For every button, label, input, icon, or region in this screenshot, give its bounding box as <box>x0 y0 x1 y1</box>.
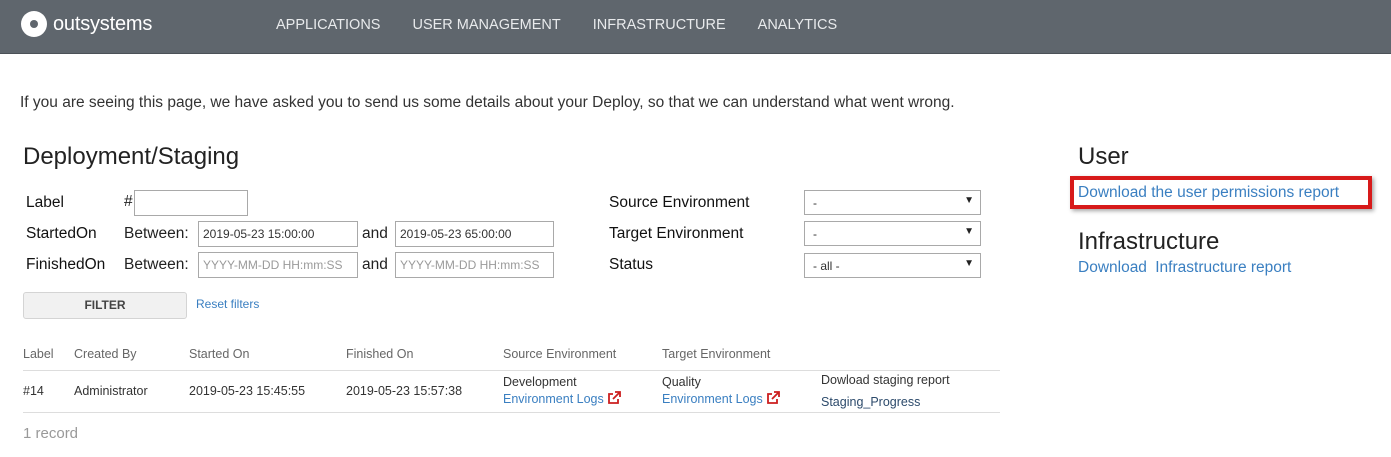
download-staging-report-link[interactable]: Dowload staging report <box>821 373 950 387</box>
started-to-input[interactable] <box>395 221 554 247</box>
nav-user-management[interactable]: USER MANAGEMENT <box>412 17 560 33</box>
started-and-label: and <box>362 225 388 242</box>
outsystems-logo[interactable]: outsystems <box>21 11 152 37</box>
target-environment-logs-link[interactable]: Environment Logs <box>662 392 763 406</box>
target-environment-logs: Environment Logs <box>662 391 780 406</box>
download-user-permissions-link[interactable]: Download the user permissions report <box>1078 184 1339 202</box>
record-count: 1 record <box>23 425 79 442</box>
finished-from-input[interactable] <box>198 252 358 278</box>
hash-symbol: # <box>124 193 133 210</box>
intro-text: If you are seeing this page, we have ask… <box>20 94 955 111</box>
target-environment-label: Target Environment <box>609 225 744 242</box>
top-navigation-bar: outsystems APPLICATIONS USER MANAGEMENT … <box>0 0 1391 54</box>
status-label: Status <box>609 256 653 273</box>
external-link-icon[interactable] <box>607 391 621 405</box>
deployment-staging-title: Deployment/Staging <box>23 143 240 170</box>
external-link-icon[interactable] <box>766 391 780 405</box>
row-label: #14 <box>23 384 44 398</box>
col-header-target-environment: Target Environment <box>662 347 771 361</box>
filter-button[interactable]: FILTER <box>23 292 187 319</box>
source-environment-select[interactable]: - ▼ <box>804 190 981 215</box>
table-bottom-divider <box>23 412 1000 413</box>
label-field-label: Label <box>26 194 64 211</box>
finished-between-label: Between: <box>124 256 189 273</box>
source-environment-logs: Environment Logs <box>503 391 621 406</box>
caret-down-icon: ▼ <box>964 195 974 206</box>
reset-filters-link[interactable]: Reset filters <box>196 297 259 311</box>
col-header-created-by: Created By <box>74 347 137 361</box>
label-input[interactable] <box>134 190 248 216</box>
source-environment-value: - <box>813 196 817 210</box>
status-select[interactable]: - all - ▼ <box>804 253 981 278</box>
outsystems-logo-icon <box>21 11 47 37</box>
row-started-on: 2019-05-23 15:45:55 <box>189 384 306 398</box>
infrastructure-report-link[interactable]: Infrastructure report <box>1155 259 1291 276</box>
col-header-started-on: Started On <box>189 347 250 361</box>
caret-down-icon: ▼ <box>964 258 974 269</box>
started-between-label: Between: <box>124 225 189 242</box>
row-target-environment: Quality <box>662 375 701 389</box>
infrastructure-section-title: Infrastructure <box>1078 228 1220 255</box>
finished-to-input[interactable] <box>395 252 554 278</box>
status-value: - all - <box>813 259 840 273</box>
infrastructure-download-row: Download Infrastructure report <box>1078 259 1291 277</box>
source-environment-label: Source Environment <box>609 194 750 211</box>
finished-and-label: and <box>362 256 388 273</box>
col-header-source-environment: Source Environment <box>503 347 617 361</box>
brand-name: outsystems <box>53 12 153 35</box>
row-created-by: Administrator <box>74 384 148 398</box>
user-section-title: User <box>1078 143 1129 170</box>
nav-applications[interactable]: APPLICATIONS <box>276 17 380 33</box>
table-header-divider <box>23 370 1000 371</box>
infrastructure-download-link[interactable]: Download <box>1078 259 1147 276</box>
nav-analytics[interactable]: ANALYTICS <box>758 17 838 33</box>
started-on-label: StartedOn <box>26 225 97 242</box>
row-source-environment: Development <box>503 375 577 389</box>
row-finished-on: 2019-05-23 15:57:38 <box>346 384 463 398</box>
caret-down-icon: ▼ <box>964 226 974 237</box>
col-header-label: Label <box>23 347 54 361</box>
target-environment-select[interactable]: - ▼ <box>804 221 981 246</box>
nav-infrastructure[interactable]: INFRASTRUCTURE <box>593 17 726 33</box>
finished-on-label: FinishedOn <box>26 256 106 273</box>
started-from-input[interactable] <box>198 221 358 247</box>
main-nav: APPLICATIONS USER MANAGEMENT INFRASTRUCT… <box>276 0 869 49</box>
target-environment-value: - <box>813 227 817 241</box>
source-environment-logs-link[interactable]: Environment Logs <box>503 392 604 406</box>
staging-progress-link[interactable]: Staging_Progress <box>821 395 920 409</box>
col-header-finished-on: Finished On <box>346 347 414 361</box>
